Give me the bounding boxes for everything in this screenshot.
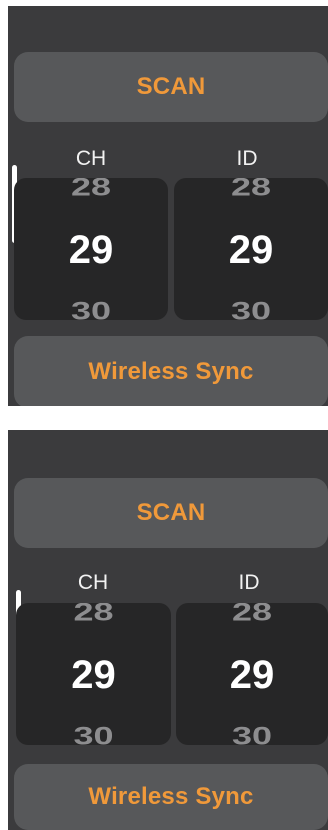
wireless-sync-button[interactable]: Wireless Sync	[14, 336, 328, 406]
id-next-value[interactable]: 30	[176, 721, 328, 745]
wireless-panel-1: SCAN CH ID 28 29 30 28 29 30 Wireless Sy…	[8, 6, 328, 406]
id-picker[interactable]: 28 29 30	[176, 603, 328, 745]
ch-current-value[interactable]: 29	[16, 653, 171, 698]
id-label: ID	[238, 571, 260, 594]
wireless-panel-2: SCAN CH ID 28 29 30 28 29 30 Wireless Sy…	[8, 430, 328, 830]
id-label: ID	[236, 147, 258, 170]
id-current-value[interactable]: 29	[174, 228, 328, 273]
ch-next-value[interactable]: 30	[16, 721, 171, 745]
scan-button[interactable]: SCAN	[14, 478, 328, 548]
id-prev-value[interactable]: 28	[176, 603, 328, 627]
ch-prev-value[interactable]: 28	[16, 603, 171, 627]
ch-picker[interactable]: 28 29 30	[16, 603, 171, 745]
id-next-value[interactable]: 30	[174, 296, 328, 320]
scan-button[interactable]: SCAN	[14, 52, 328, 122]
id-picker[interactable]: 28 29 30	[174, 178, 328, 320]
wireless-sync-button[interactable]: Wireless Sync	[14, 764, 328, 830]
ch-label: CH	[77, 571, 109, 594]
ch-current-value[interactable]: 29	[14, 228, 168, 273]
ch-label: CH	[75, 147, 107, 170]
id-current-value[interactable]: 29	[176, 653, 328, 698]
ch-next-value[interactable]: 30	[14, 296, 168, 320]
ch-prev-value[interactable]: 28	[14, 178, 168, 202]
id-prev-value[interactable]: 28	[174, 178, 328, 202]
ch-picker[interactable]: 28 29 30	[14, 178, 168, 320]
